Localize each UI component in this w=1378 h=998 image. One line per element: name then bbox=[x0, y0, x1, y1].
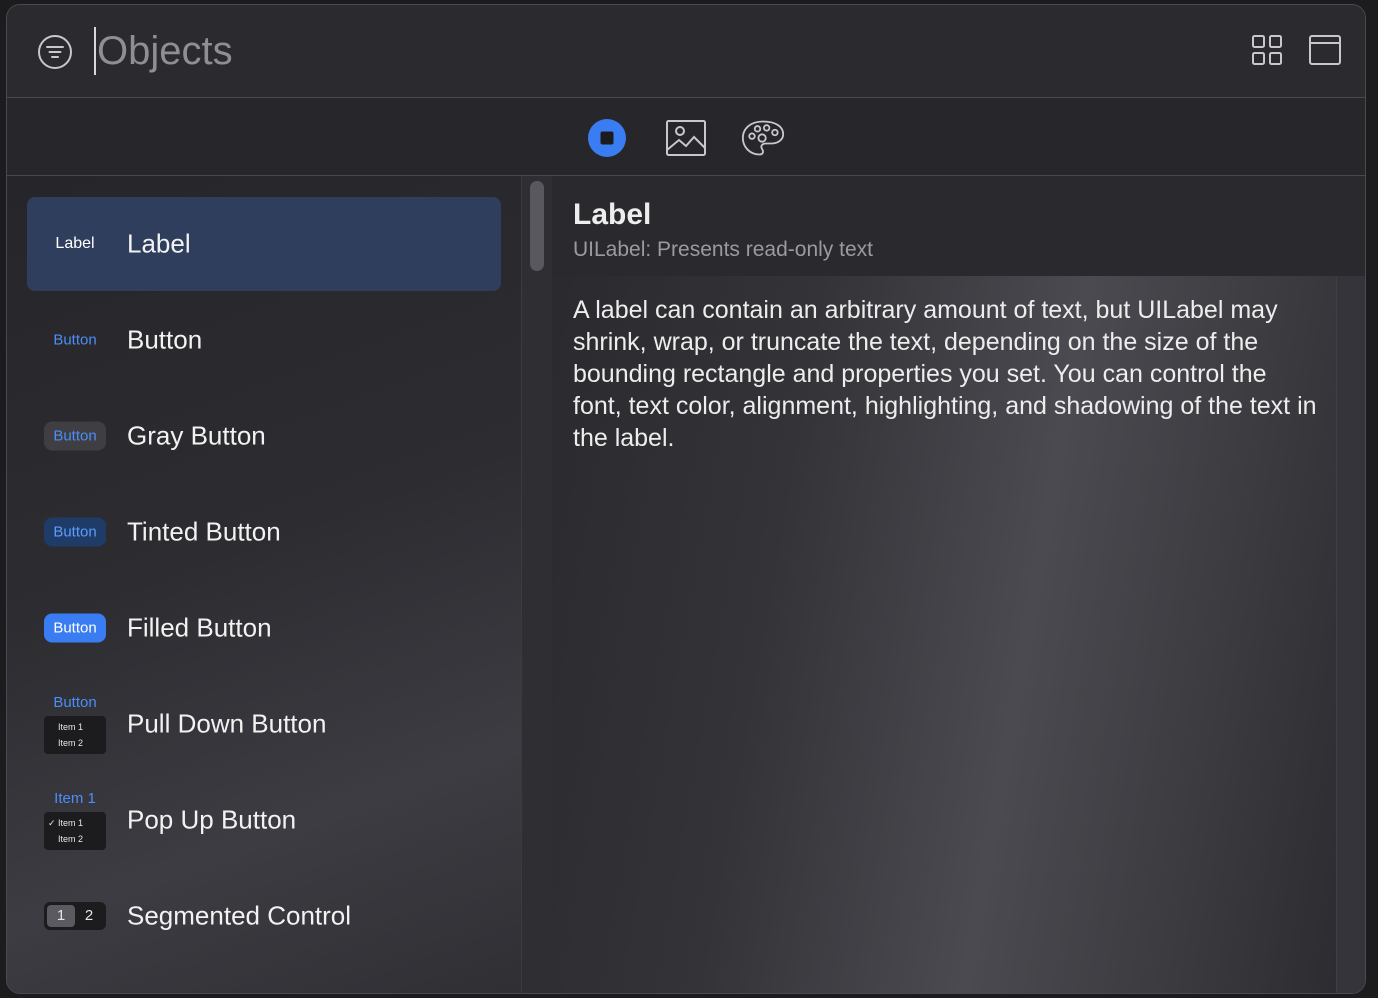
tinted-button-thumbnail: Button bbox=[43, 517, 107, 547]
library-window: Label Label Button Button Button Gray Bu… bbox=[6, 4, 1366, 994]
detail-scrollbar[interactable] bbox=[1336, 276, 1365, 993]
palette-icon[interactable] bbox=[741, 116, 785, 160]
scrollbar-thumb[interactable] bbox=[530, 181, 544, 271]
library-tabs bbox=[7, 98, 1365, 176]
list-item-label[interactable]: Label Label bbox=[27, 197, 501, 291]
list-item-title: Gray Button bbox=[127, 420, 266, 451]
list-item-filled-button[interactable]: Button Filled Button bbox=[27, 581, 501, 675]
list-item-pop-up-button[interactable]: Item 1 Item 1 Item 2 Pop Up Button bbox=[27, 773, 501, 867]
list-item-button[interactable]: Button Button bbox=[27, 293, 501, 387]
detail-title: Label bbox=[573, 198, 652, 231]
detail-header: Label UILabel: Presents read-only text bbox=[552, 176, 1365, 276]
list-item-title: Pop Up Button bbox=[127, 804, 297, 835]
detail-pane: Label UILabel: Presents read-only text A… bbox=[552, 176, 1365, 993]
pull-down-button-thumbnail: Button Item 1 Item 2 bbox=[43, 694, 107, 754]
detail-description: A label can contain an arbitrary amount … bbox=[573, 296, 1317, 452]
image-icon[interactable] bbox=[664, 116, 708, 160]
detail-subtitle: UILabel: Presents read-only text bbox=[573, 238, 873, 261]
gray-button-thumbnail: Button bbox=[43, 421, 107, 451]
list-item-title: Tinted Button bbox=[127, 516, 281, 547]
search-input[interactable] bbox=[95, 23, 897, 79]
label-thumbnail: Label bbox=[55, 235, 95, 252]
list-item-title: Filled Button bbox=[127, 612, 272, 643]
filled-button-thumbnail: Button bbox=[43, 613, 107, 643]
segment-1: 1 bbox=[47, 905, 75, 927]
window-icon[interactable] bbox=[1309, 35, 1341, 65]
list-item-gray-button[interactable]: Button Gray Button bbox=[27, 389, 501, 483]
list-item-title: Pull Down Button bbox=[127, 708, 327, 739]
segmented-control-thumbnail: 1 2 bbox=[43, 902, 107, 930]
menu-preview: Item 1 Item 2 bbox=[44, 716, 106, 754]
object-list: Label Label Button Button Button Gray Bu… bbox=[7, 176, 521, 993]
search-bar bbox=[7, 5, 1365, 98]
list-scrollbar[interactable] bbox=[521, 176, 553, 993]
grid-view-icon[interactable] bbox=[1252, 35, 1282, 65]
list-item-title: Button bbox=[127, 324, 203, 355]
objects-icon[interactable] bbox=[585, 116, 629, 160]
list-item-title: Segmented Control bbox=[127, 900, 352, 931]
button-thumbnail: Button bbox=[53, 331, 97, 349]
segment-2: 2 bbox=[84, 907, 94, 924]
checkmark-icon: Item 1 bbox=[44, 815, 106, 831]
menu-preview: Item 1 Item 2 bbox=[44, 812, 106, 850]
pop-up-button-thumbnail: Item 1 Item 1 Item 2 bbox=[43, 790, 107, 850]
list-item-title: Label bbox=[127, 228, 191, 259]
filter-icon[interactable] bbox=[37, 34, 73, 70]
list-item-pull-down-button[interactable]: Button Item 1 Item 2 Pull Down Button bbox=[27, 677, 501, 771]
list-item-tinted-button[interactable]: Button Tinted Button bbox=[27, 485, 501, 579]
list-item-segmented-control[interactable]: 1 2 Segmented Control bbox=[27, 869, 501, 963]
